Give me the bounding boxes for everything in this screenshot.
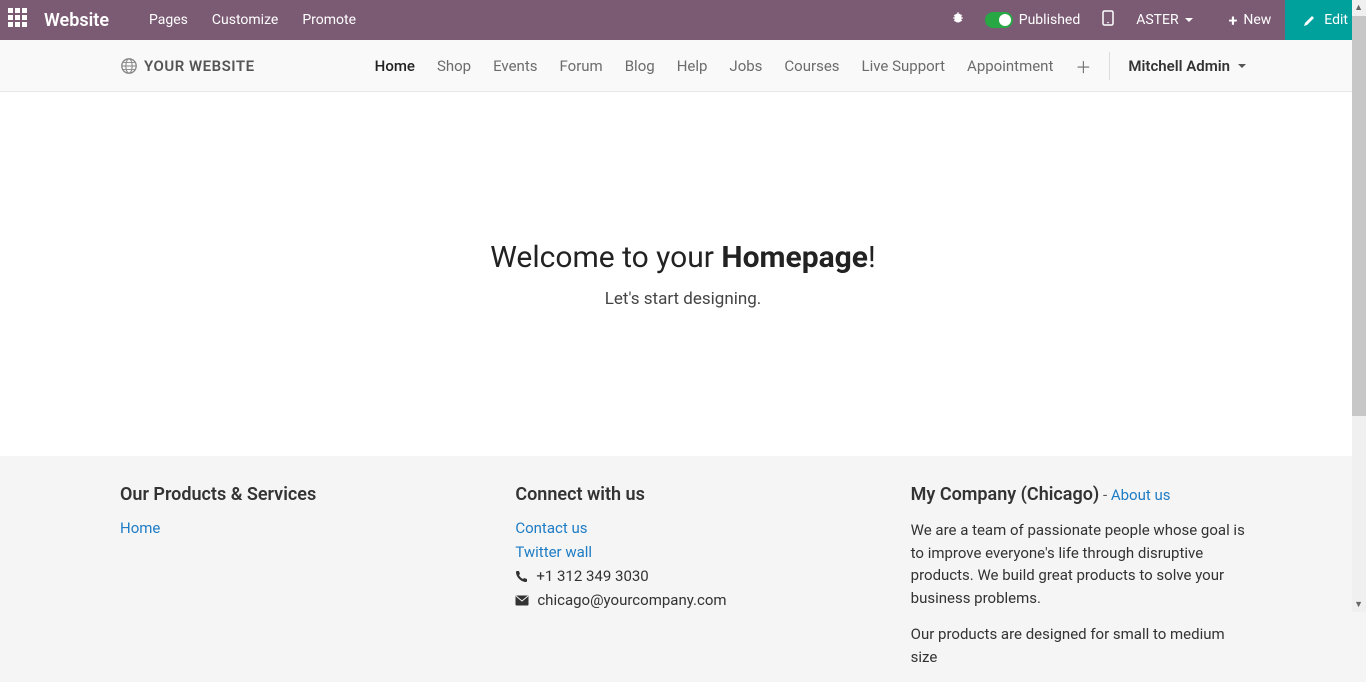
user-name: Mitchell Admin xyxy=(1128,57,1230,75)
globe-icon xyxy=(120,57,138,75)
footer-phone-row: +1 312 349 3030 xyxy=(515,567,850,585)
published-label: Published xyxy=(1019,12,1080,28)
hero-title-strong: Homepage xyxy=(721,240,868,275)
site-logo[interactable]: YOUR WEBSITE xyxy=(120,57,255,75)
pencil-icon xyxy=(1303,14,1316,27)
promote-menu[interactable]: Promote xyxy=(302,12,356,28)
website-selector-label: ASTER xyxy=(1136,12,1178,28)
nav-menu: Home Shop Events Forum Blog Help Jobs Co… xyxy=(375,54,1092,78)
plus-icon: + xyxy=(1229,11,1238,30)
footer-link-contact[interactable]: Contact us xyxy=(515,519,850,537)
footer-sep: - xyxy=(1099,486,1111,504)
nav-jobs[interactable]: Jobs xyxy=(729,57,762,75)
hero-subtitle: Let's start designing. xyxy=(605,289,762,309)
chevron-down-icon xyxy=(1185,18,1193,22)
footer-company-p2: Our products are designed for small to m… xyxy=(911,623,1246,668)
scrollbar-thumb[interactable] xyxy=(1352,16,1366,416)
top-menubar: Website Pages Customize Promote Publishe… xyxy=(0,0,1366,40)
phone-icon xyxy=(515,570,528,583)
edit-button-label: Edit xyxy=(1324,12,1348,28)
scroll-up-arrow[interactable]: ▲ xyxy=(1354,2,1363,13)
mobile-preview-icon[interactable] xyxy=(1102,10,1114,30)
hero-title-pre: Welcome to your xyxy=(490,240,721,275)
scroll-down-arrow[interactable]: ▼ xyxy=(1354,599,1363,610)
footer-products-heading: Our Products & Services xyxy=(120,484,455,505)
footer-email: chicago@yourcompany.com xyxy=(537,591,726,609)
user-menu[interactable]: Mitchell Admin xyxy=(1128,57,1246,75)
footer-link-twitter[interactable]: Twitter wall xyxy=(515,543,850,561)
footer-col-company: My Company (Chicago) - About us We are a… xyxy=(911,484,1246,682)
nav-forum[interactable]: Forum xyxy=(560,57,603,75)
footer-email-row: chicago@yourcompany.com xyxy=(515,591,850,609)
footer-company-heading: My Company (Chicago) - About us xyxy=(911,484,1246,505)
nav-live-support[interactable]: Live Support xyxy=(862,57,946,75)
footer: Our Products & Services Home Connect wit… xyxy=(0,456,1366,682)
nav-courses[interactable]: Courses xyxy=(784,57,839,75)
sub-navbar: YOUR WEBSITE Home Shop Events Forum Blog… xyxy=(0,40,1366,92)
footer-phone: +1 312 349 3030 xyxy=(536,567,648,585)
footer-col-products: Our Products & Services Home xyxy=(120,484,455,682)
pages-menu[interactable]: Pages xyxy=(149,12,188,28)
nav-shop[interactable]: Shop xyxy=(437,57,471,75)
footer-about-link[interactable]: About us xyxy=(1111,486,1171,504)
brand-label[interactable]: Website xyxy=(44,10,109,31)
site-logo-text: YOUR WEBSITE xyxy=(144,57,255,75)
bug-icon[interactable] xyxy=(951,11,965,29)
nav-appointment[interactable]: Appointment xyxy=(967,57,1053,75)
published-toggle[interactable] xyxy=(985,12,1013,28)
footer-link-home[interactable]: Home xyxy=(120,519,455,537)
chevron-down-icon xyxy=(1238,64,1246,68)
vertical-scrollbar[interactable]: ▲ ▼ xyxy=(1352,0,1366,612)
hero-title: Welcome to your Homepage! xyxy=(490,240,875,275)
nav-help[interactable]: Help xyxy=(677,57,708,75)
website-selector[interactable]: ASTER xyxy=(1136,12,1192,28)
hero-section: Welcome to your Homepage! Let's start de… xyxy=(0,92,1366,456)
new-button-label: New xyxy=(1243,12,1271,28)
new-button[interactable]: + New xyxy=(1215,0,1286,40)
customize-menu[interactable]: Customize xyxy=(212,12,278,28)
footer-company-p1: We are a team of passionate people whose… xyxy=(911,519,1246,609)
apps-icon[interactable] xyxy=(8,8,32,32)
footer-connect-heading: Connect with us xyxy=(515,484,850,505)
nav-events[interactable]: Events xyxy=(493,57,537,75)
add-page-icon[interactable]: ＋ xyxy=(1075,54,1091,78)
footer-col-connect: Connect with us Contact us Twitter wall … xyxy=(515,484,850,682)
nav-blog[interactable]: Blog xyxy=(625,57,655,75)
nav-home[interactable]: Home xyxy=(375,57,415,75)
divider xyxy=(1109,52,1110,80)
footer-company-name: My Company (Chicago) xyxy=(911,484,1100,505)
envelope-icon xyxy=(515,595,529,606)
hero-title-post: ! xyxy=(868,240,876,275)
